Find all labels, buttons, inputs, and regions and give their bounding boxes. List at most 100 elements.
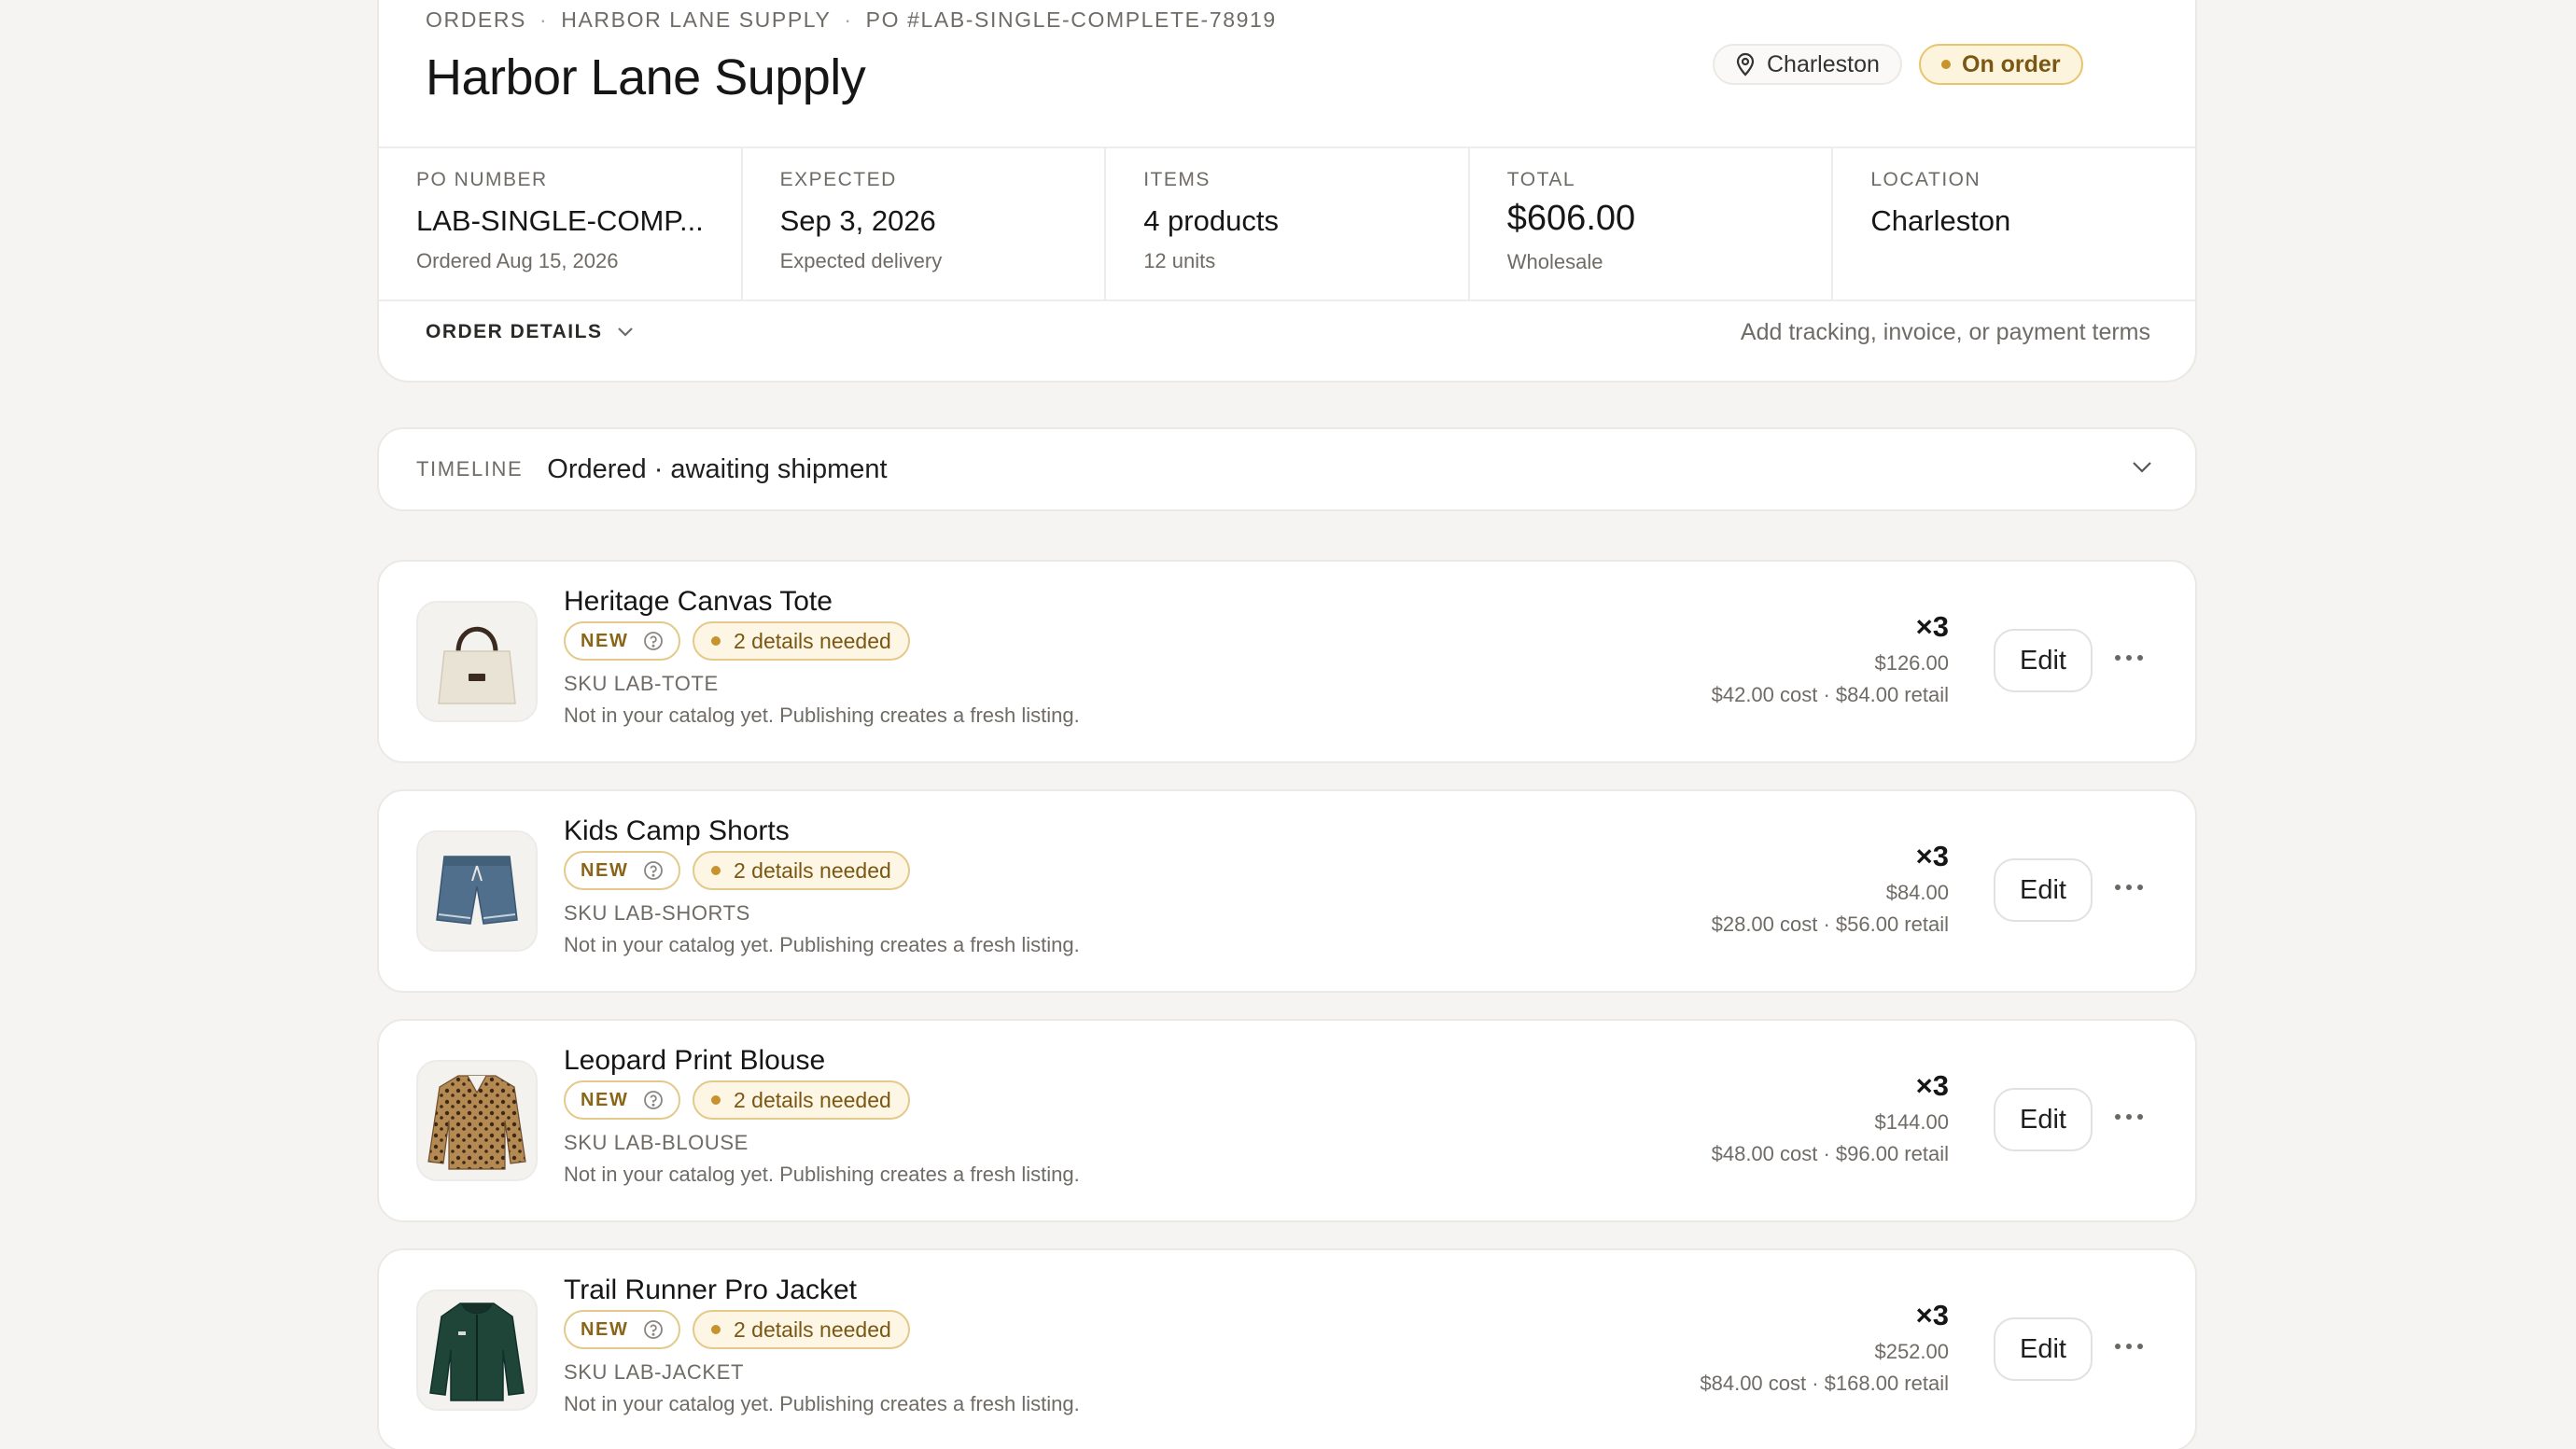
warning-dot-icon [711, 636, 721, 646]
breadcrumb-separator: · [844, 7, 853, 32]
new-badge-label: NEW [581, 1089, 629, 1110]
help-circle-icon[interactable] [643, 1090, 664, 1110]
stat-po-number: PO NUMBER LAB-SINGLE-COMP... Ordered Aug… [379, 148, 743, 300]
stat-value: Charleston [1870, 204, 2011, 237]
more-horizontal-icon[interactable] [2115, 885, 2143, 890]
product-cost-retail: $28.00 cost · $56.00 retail [1711, 913, 1949, 936]
stat-sub: 12 units [1143, 249, 1216, 272]
timeline-label: TIMELINE [416, 457, 524, 481]
stat-label: ITEMS [1143, 169, 1211, 190]
details-needed-label: 2 details needed [734, 628, 891, 653]
edit-button[interactable]: Edit [1994, 858, 2093, 922]
new-badge: NEW [564, 1080, 681, 1120]
product-thumbnail [416, 601, 538, 722]
product-cost-retail: $42.00 cost · $84.00 retail [1711, 683, 1949, 706]
stat-value: 4 products [1143, 204, 1279, 237]
product-total: $252.00 [1874, 1340, 1949, 1363]
new-badge-label: NEW [581, 859, 629, 881]
new-badge: NEW [564, 1310, 681, 1349]
product-name[interactable]: Leopard Print Blouse [564, 1045, 825, 1077]
stat-items: ITEMS 4 products 12 units [1106, 148, 1470, 300]
edit-button[interactable]: Edit [1994, 1317, 2093, 1381]
stat-value: Sep 3, 2026 [779, 204, 936, 237]
product-note: Not in your catalog yet. Publishing crea… [564, 1392, 1080, 1415]
product-row: Kids Camp Shorts NEW 2 details needed SK… [377, 789, 2197, 993]
product-name[interactable]: Trail Runner Pro Jacket [564, 1275, 857, 1306]
chevron-down-icon[interactable] [2132, 461, 2152, 474]
help-circle-icon[interactable] [643, 860, 664, 881]
product-note: Not in your catalog yet. Publishing crea… [564, 933, 1080, 956]
breadcrumb-supplier[interactable]: HARBOR LANE SUPPLY [561, 7, 831, 33]
product-thumbnail [416, 1060, 538, 1181]
product-name[interactable]: Kids Camp Shorts [564, 815, 790, 847]
product-sku: SKU LAB-SHORTS [564, 901, 750, 925]
warning-dot-icon [711, 1095, 721, 1105]
order-details-label: ORDER DETAILS [426, 321, 603, 342]
product-quantity: ×3 [1915, 1069, 1949, 1102]
details-needed-badge[interactable]: 2 details needed [693, 851, 910, 890]
help-circle-icon[interactable] [643, 1319, 664, 1340]
edit-button[interactable]: Edit [1994, 1088, 2093, 1151]
help-circle-icon[interactable] [643, 631, 664, 651]
stat-sub: Ordered Aug 15, 2026 [416, 249, 619, 272]
details-needed-badge[interactable]: 2 details needed [693, 1310, 910, 1349]
more-horizontal-icon[interactable] [2115, 1114, 2143, 1120]
timeline-status: Ordered · awaiting shipment [547, 453, 888, 484]
location-chip-label: Charleston [1767, 50, 1880, 77]
product-sku: SKU LAB-BLOUSE [564, 1131, 749, 1154]
order-stats: PO NUMBER LAB-SINGLE-COMP... Ordered Aug… [379, 146, 2195, 301]
stat-value: $606.00 [1506, 199, 1636, 238]
details-needed-label: 2 details needed [734, 857, 891, 883]
product-thumbnail [416, 1289, 538, 1411]
stat-expected: EXPECTED Sep 3, 2026 Expected delivery [743, 148, 1107, 300]
stat-label: TOTAL [1506, 169, 1576, 190]
chevron-down-icon [618, 327, 634, 337]
product-cost-retail: $84.00 cost · $168.00 retail [1700, 1372, 1949, 1395]
product-quantity: ×3 [1915, 610, 1949, 643]
stat-label: LOCATION [1870, 169, 1981, 190]
more-horizontal-icon[interactable] [2115, 1344, 2143, 1349]
product-note: Not in your catalog yet. Publishing crea… [564, 1163, 1080, 1186]
timeline-bar[interactable]: TIMELINE Ordered · awaiting shipment [377, 427, 2197, 511]
map-pin-icon [1736, 52, 1755, 77]
edit-button[interactable]: Edit [1994, 629, 2093, 692]
warning-dot-icon [711, 866, 721, 875]
product-sku: SKU LAB-TOTE [564, 672, 719, 695]
more-horizontal-icon[interactable] [2115, 655, 2143, 661]
status-badge-label: On order [1962, 50, 2061, 77]
product-quantity: ×3 [1915, 1299, 1949, 1331]
product-sku: SKU LAB-JACKET [564, 1360, 745, 1384]
order-details-hint[interactable]: Add tracking, invoice, or payment terms [1741, 319, 2150, 346]
new-badge-label: NEW [581, 630, 629, 651]
breadcrumb: ORDERS · HARBOR LANE SUPPLY · PO #LAB-SI… [426, 7, 1277, 33]
status-badge[interactable]: On order [1919, 44, 2083, 85]
stat-label: EXPECTED [779, 169, 897, 190]
new-badge: NEW [564, 621, 681, 661]
status-dot-icon [1941, 60, 1951, 69]
breadcrumb-orders[interactable]: ORDERS [426, 7, 526, 33]
stat-label: PO NUMBER [416, 169, 548, 190]
product-total: $84.00 [1885, 881, 1949, 904]
jacket-icon [429, 1303, 525, 1401]
product-cost-retail: $48.00 cost · $96.00 retail [1711, 1142, 1949, 1165]
stat-value: LAB-SINGLE-COMP... [416, 204, 704, 237]
stat-sub: Wholesale [1506, 250, 1603, 273]
product-note: Not in your catalog yet. Publishing crea… [564, 704, 1080, 727]
product-thumbnail [416, 830, 538, 952]
order-details-toggle[interactable]: ORDER DETAILS [426, 321, 634, 343]
product-name[interactable]: Heritage Canvas Tote [564, 586, 833, 618]
product-row: Trail Runner Pro Jacket NEW 2 details ne… [377, 1248, 2197, 1449]
warning-dot-icon [711, 1325, 721, 1334]
product-total: $144.00 [1874, 1110, 1949, 1134]
location-chip[interactable]: Charleston [1713, 44, 1902, 85]
product-row: Heritage Canvas Tote NEW 2 details neede… [377, 560, 2197, 763]
new-badge-label: NEW [581, 1318, 629, 1340]
tote-bag-icon [438, 626, 516, 704]
product-total: $126.00 [1874, 651, 1949, 675]
product-row: Leopard Print Blouse NEW 2 details neede… [377, 1019, 2197, 1222]
details-needed-badge[interactable]: 2 details needed [693, 621, 910, 661]
shorts-icon [436, 856, 518, 925]
stat-sub: Expected delivery [779, 249, 943, 272]
stat-location: LOCATION Charleston [1833, 148, 2195, 300]
details-needed-badge[interactable]: 2 details needed [693, 1080, 910, 1120]
